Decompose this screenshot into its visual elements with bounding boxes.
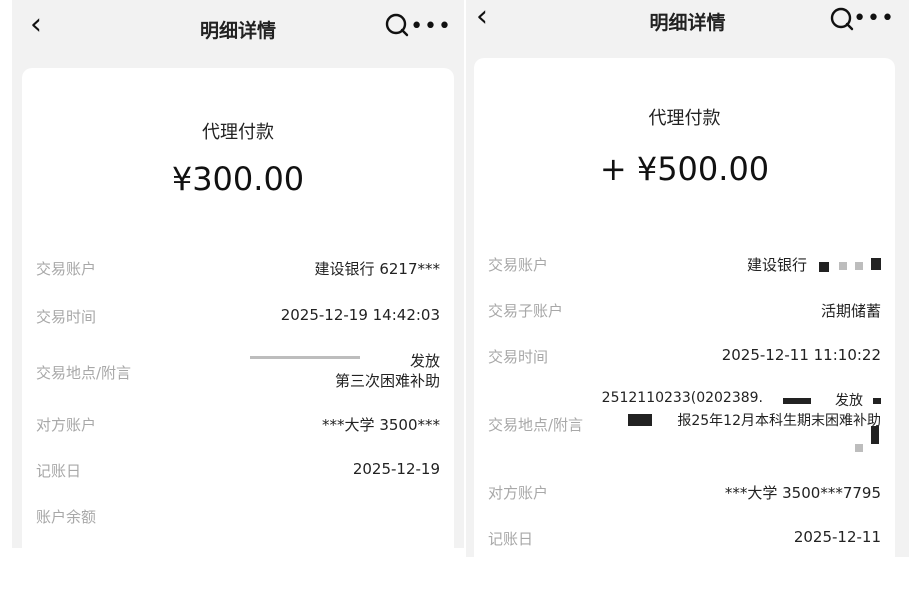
row-label: 交易时间 [488,348,549,366]
transaction-type: 代理付款 [648,108,721,129]
row-value: 活期储蓄 [820,302,881,320]
search-icon[interactable] [829,6,855,37]
row-value: ***大学 3500***7795 [724,484,881,502]
row-label: 对方账户 [36,416,97,434]
more-options-icon[interactable]: ••• [410,16,452,38]
row-value-line2: 报25年12月本科生期末困难补助 [677,413,881,429]
redaction-mark [250,356,360,359]
detail-row: 对方账户 ***大学 3500*** [36,414,440,438]
redaction-mark [871,426,879,444]
redaction-mark [628,414,652,426]
detail-card: 代理付款 + ¥500.00 交易账户 建设银行 交易子账户 活期储蓄 交易时间… [474,58,895,557]
redaction-mark [855,444,863,452]
redaction-mark [839,262,847,270]
top-bar: ‹ 明细详情 ••• [12,0,464,52]
row-label: 记账日 [36,462,82,480]
detail-row: 交易地点/附言 2512110233(0202389. 发放 报25年12月本科… [488,390,881,460]
right-screenshot: ‹ 明细详情 ••• 代理付款 + ¥500.00 交易账户 建设银行 交易子账… [466,0,909,557]
redaction-mark [783,398,811,404]
row-value-line2: 第三次困难补助 [334,372,440,390]
row-value-mid: 发放 [835,393,863,409]
transaction-amount: ¥300.00 [171,160,305,198]
row-value: 建设银行 [746,256,807,274]
row-value: 2025-12-19 [352,460,440,478]
detail-row: 交易地点/附言 发放 第三次困难补助 [36,350,440,398]
detail-row: 账户余额 [36,506,440,530]
detail-row: 交易账户 建设银行 6217*** [36,258,440,282]
row-label: 对方账户 [488,484,549,502]
row-value: 发放 [409,352,440,370]
detail-row: 对方账户 ***大学 3500***7795 [488,482,881,506]
row-label: 交易地点/附言 [488,416,584,434]
row-label: 交易账户 [36,260,97,278]
row-label: 记账日 [488,530,534,548]
row-label: 交易账户 [488,256,549,274]
redaction-mark [873,398,881,404]
redaction-mark [819,262,829,272]
row-value: 2025-12-11 11:10:22 [721,346,881,364]
transaction-type: 代理付款 [202,122,274,143]
detail-row: 记账日 2025-12-19 [36,460,440,484]
row-value: 建设银行 6217*** [314,260,440,278]
detail-row: 交易子账户 活期储蓄 [488,300,881,324]
more-options-icon[interactable]: ••• [853,8,895,30]
detail-row: 记账日 2025-12-11 [488,528,881,552]
top-bar: ‹ 明细详情 ••• [466,0,909,52]
row-value: ***大学 3500*** [322,416,440,434]
detail-card: 代理付款 ¥300.00 交易账户 建设银行 6217*** 交易时间 2025… [22,68,454,548]
redaction-mark [855,262,863,270]
detail-row: 交易时间 2025-12-19 14:42:03 [36,306,440,330]
detail-row: 交易账户 建设银行 [488,254,881,278]
row-value: 2512110233(0202389. [601,390,763,406]
transaction-amount: + ¥500.00 [599,150,770,188]
left-screenshot: ‹ 明细详情 ••• 代理付款 ¥300.00 交易账户 建设银行 6217**… [12,0,464,548]
search-icon[interactable] [384,12,410,43]
row-label: 交易子账户 [488,302,564,320]
redaction-mark [871,258,881,270]
row-value: 2025-12-19 14:42:03 [280,306,440,324]
row-label: 交易时间 [36,308,97,326]
row-label: 账户余额 [36,508,97,526]
detail-row: 交易时间 2025-12-11 11:10:22 [488,346,881,370]
row-value: 2025-12-11 [793,528,881,546]
row-label: 交易地点/附言 [36,364,132,382]
